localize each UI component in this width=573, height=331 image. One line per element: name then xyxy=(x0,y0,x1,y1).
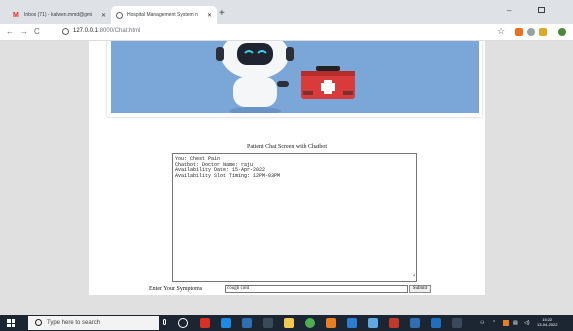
symptoms-label: Enter Your Symptoms xyxy=(149,286,203,292)
profile-avatar[interactable] xyxy=(558,28,566,36)
reload-icon[interactable]: C xyxy=(34,27,40,36)
windows-taskbar: Type here to search ⚇ ⌃ ▤ ◁) 15:22 13-04… xyxy=(0,315,573,331)
cortana-icon[interactable] xyxy=(178,318,188,328)
banner-frame xyxy=(107,41,482,117)
edge-icon[interactable] xyxy=(221,318,231,328)
store-icon[interactable] xyxy=(242,318,252,328)
extension-icon[interactable] xyxy=(539,28,547,36)
submit-button[interactable]: Submit xyxy=(409,285,431,293)
app-icon[interactable] xyxy=(326,318,336,328)
app-icon[interactable] xyxy=(263,318,273,328)
page-background xyxy=(0,295,573,315)
close-icon[interactable]: ✕ xyxy=(207,12,212,19)
windows-start-icon[interactable] xyxy=(7,319,15,327)
microphone-icon[interactable] xyxy=(163,319,166,325)
app-icon[interactable] xyxy=(452,318,462,328)
url-path: :8000/Chat.html xyxy=(98,28,141,34)
minimize-icon[interactable]: – xyxy=(507,6,511,15)
app-icon[interactable] xyxy=(410,318,420,328)
extension-icon[interactable] xyxy=(515,28,523,36)
app-icon[interactable] xyxy=(368,318,378,328)
page-content: Patient Chat Screen with Chatbot You: Ch… xyxy=(89,41,485,295)
people-icon[interactable]: ⚇ xyxy=(480,320,484,326)
opera-icon[interactable] xyxy=(200,318,210,328)
tab-hospital-management[interactable]: Hospital Management System n ✕ xyxy=(111,6,217,24)
symptoms-input[interactable]: cough cold xyxy=(225,285,408,293)
word-icon[interactable] xyxy=(431,318,441,328)
volume-icon[interactable]: ◁) xyxy=(524,320,530,326)
tray-app-icon[interactable] xyxy=(503,320,509,326)
resize-grip-icon[interactable]: ◢ xyxy=(413,274,415,280)
forward-icon[interactable]: → xyxy=(20,27,28,36)
search-placeholder: Type here to search xyxy=(47,320,101,326)
banner-image xyxy=(111,41,479,113)
maximize-icon[interactable] xyxy=(538,7,545,13)
browser-tab-strip: M Inbox (71) - kalwen.mmd@gmi ✕ Hospital… xyxy=(0,0,573,24)
globe-icon xyxy=(116,11,123,19)
page-viewport: Patient Chat Screen with Chatbot You: Ch… xyxy=(0,41,573,315)
gmail-icon: M xyxy=(13,11,19,19)
medical-robot-illustration xyxy=(216,41,355,113)
taskbar-search[interactable]: Type here to search xyxy=(28,316,159,330)
clock-date: 13-04-2022 xyxy=(537,322,558,327)
network-icon[interactable]: ▤ xyxy=(513,320,518,326)
url-host: 127.0.0.1 xyxy=(73,28,99,34)
address-bar[interactable]: 127.0.0.1:8000/Chat.html xyxy=(73,28,140,34)
browser-toolbar: ← → C 127.0.0.1:8000/Chat.html ☆ xyxy=(0,24,573,41)
chevron-up-icon[interactable]: ⌃ xyxy=(492,320,496,326)
bookmark-star-icon[interactable]: ☆ xyxy=(497,26,505,37)
site-info-icon[interactable] xyxy=(62,28,69,35)
chrome-icon[interactable] xyxy=(305,318,315,328)
search-icon xyxy=(35,319,42,326)
back-icon[interactable]: ← xyxy=(6,27,14,36)
chat-transcript-textarea[interactable]: You: Chest Pain Chatbot: Doctor Name: ra… xyxy=(172,153,417,282)
tab-title: Hospital Management System n xyxy=(127,12,198,18)
chat-line: Availability Slot Timing: 12PM-03PM xyxy=(175,172,281,179)
app-icon[interactable] xyxy=(347,318,357,328)
tab-inbox[interactable]: M Inbox (71) - kalwen.mmd@gmi ✕ xyxy=(8,6,111,24)
new-tab-button[interactable]: + xyxy=(219,8,225,19)
extension-icon[interactable] xyxy=(527,28,535,36)
tab-title: Inbox (71) - kalwen.mmd@gmi xyxy=(24,12,93,18)
chat-screen-title: Patient Chat Screen with Chatbot xyxy=(247,144,327,150)
close-icon[interactable]: ✕ xyxy=(101,12,106,19)
file-explorer-icon[interactable] xyxy=(284,318,294,328)
app-icon[interactable] xyxy=(389,318,399,328)
taskbar-clock[interactable]: 15:22 13-04-2022 xyxy=(537,317,557,327)
